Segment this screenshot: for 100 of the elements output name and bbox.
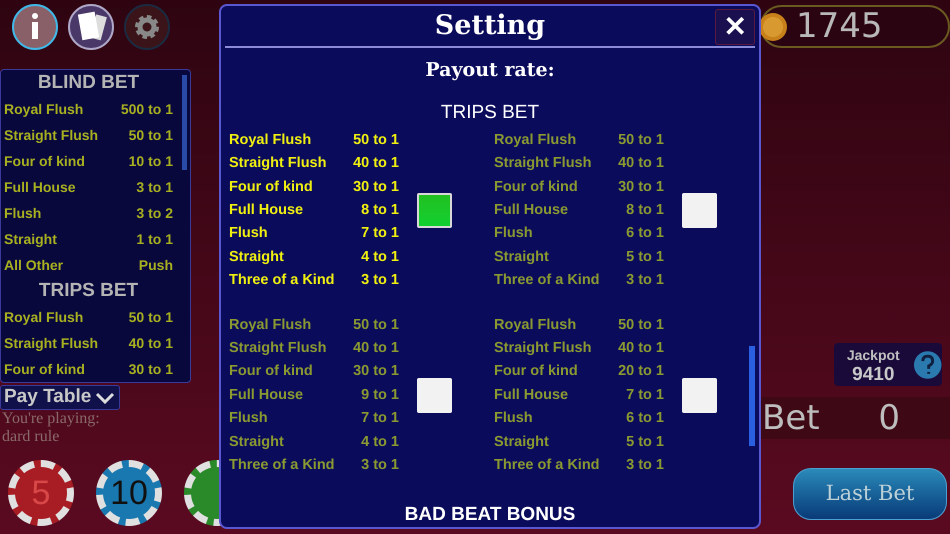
payout-value: 3 to 1 [626,271,664,290]
jackpot-value: 9410 [852,364,894,384]
jackpot-label: Jackpot [846,346,900,364]
hand-name: Straight [229,432,284,452]
hand-name: Straight Flush [4,334,98,353]
payout-rate-heading: Payout rate: [425,58,555,83]
payout-value: 5 to 1 [626,432,664,452]
hand-name: Straight [494,432,549,452]
section-heading: TRIPS BET [440,100,540,124]
checkbox[interactable] [682,378,717,414]
payout-value: 7 to 1 [626,386,664,405]
payout-value: 50 to 1 [353,316,399,335]
hand-name: Four of kind [229,362,313,382]
payout-value: 30 to 1 [353,362,399,382]
scrollbar[interactable] [749,346,755,446]
payout-value: 1 to 1 [136,230,173,248]
bet-value: 0 [878,396,900,440]
payout-value: 5 to 1 [626,248,664,267]
payout-value: 40 to 1 [618,338,664,358]
hand-name: Straight [494,248,549,267]
payout-value: 50 to 1 [128,126,173,144]
hand-name: Four of kind [4,152,85,170]
payout-value: 50 to 1 [618,316,664,335]
hand-name: Straight Flush [4,126,98,145]
close-button[interactable]: ✕ [715,9,755,45]
dialog-title: Setting [434,8,546,43]
payout-value: 30 to 1 [618,178,664,197]
hand-name: Straight Flush [494,338,592,358]
hand-name: Four of kind [229,178,313,197]
scrollbar[interactable] [182,75,187,170]
chevron-down-icon [95,392,116,404]
status-text: You're playing: [2,410,101,428]
coin-icon [758,12,788,42]
hand-name: Flush [494,409,533,428]
settings-icon[interactable] [123,3,171,51]
hand-name: Four of kind [494,178,578,197]
payout-value: 3 to 2 [136,204,173,222]
payout-value: 3 to 1 [361,456,399,475]
hand-name: Royal Flush [494,316,576,335]
payout-value: 8 to 1 [626,200,664,220]
hand-name: Royal Flush [229,316,312,335]
hand-name: Full House [229,200,304,220]
hand-name: Straight [4,230,57,249]
hand-name: Royal Flush [229,130,312,150]
payout-value: 3 to 1 [626,456,664,475]
payout-value: 30 to 1 [128,360,173,378]
payout-value: 9 to 1 [361,386,399,405]
status-text: dard rule [2,428,60,446]
chip[interactable]: 10 [96,460,162,526]
hand-name: Four of kind [494,362,578,382]
hand-name: Full House [4,178,76,196]
hand-name: Three of a Kind [494,271,600,290]
hand-name: Flush [494,224,533,244]
checkbox[interactable] [682,193,717,228]
bet-label: Bet [762,396,820,440]
payout-value: 7 to 1 [361,409,399,428]
hand-name: Flush [4,204,42,222]
payout-value: 30 to 1 [353,178,399,197]
hand-name: Royal Flush [494,130,576,150]
payout-value: Push [138,256,173,274]
payout-value: 4 to 1 [361,248,399,267]
payout-value: 3 to 1 [136,178,173,196]
payout-value: 8 to 1 [361,200,399,220]
payout-value: 500 to 1 [120,100,173,118]
hand-name: Three of a Kind [229,456,335,475]
payout-value: 40 to 1 [353,154,399,174]
payout-value: 10 to 1 [128,152,173,170]
hand-name: All Other [4,256,64,274]
section-heading: TRIPS BET [38,279,140,303]
section-heading: BLIND BET [36,71,140,95]
payout-value: 20 to 1 [618,362,664,382]
hand-name: Royal Flush [4,308,84,327]
hand-name: Three of a Kind [229,271,335,290]
pay-table-dropdown[interactable]: Pay Table [0,385,120,410]
hand-name: Flush [229,224,268,244]
payout-value: 40 to 1 [353,338,399,358]
hand-name: Three of a Kind [494,456,600,475]
payout-value: 40 to 1 [128,334,173,352]
payout-value: 7 to 1 [361,224,399,244]
hand-name: Straight [229,248,284,267]
checkbox[interactable] [417,193,452,228]
payout-value: 3 to 1 [361,271,399,290]
info-icon[interactable] [11,3,59,51]
last-bet-button[interactable]: Last Bet [793,468,947,520]
help-icon[interactable] [912,350,942,380]
payout-value: 50 to 1 [128,308,173,326]
payout-value: 6 to 1 [626,224,664,244]
hand-name: Full House [494,386,568,405]
hand-name: Full House [494,200,568,220]
help-cards-icon[interactable] [67,3,115,51]
payout-value: 50 to 1 [618,130,664,150]
hand-name: Straight Flush [229,338,326,358]
hand-name: Four of kind [4,360,85,378]
payout-value: 50 to 1 [353,130,399,150]
hand-name: Straight Flush [229,154,326,174]
hand-name: Full House [229,386,304,405]
checkbox[interactable] [417,378,452,414]
payout-value: 6 to 1 [626,409,664,428]
hand-name: Straight Flush [494,154,592,174]
payout-value: 4 to 1 [361,432,399,452]
